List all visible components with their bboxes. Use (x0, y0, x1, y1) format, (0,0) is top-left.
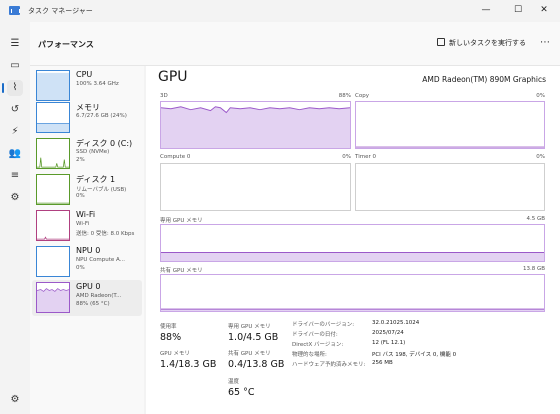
temperature-value: 65 °C (228, 387, 255, 398)
engine-timer-label[interactable]: Timer 0 (355, 154, 376, 160)
wifi-thumbnail-graph (36, 210, 70, 241)
resource-usage: 0% (76, 193, 85, 199)
utilization-label: 使用率 (160, 324, 177, 330)
users-icon[interactable]: 👥 (7, 146, 23, 162)
physical-location-label: 物理的な場所: (292, 352, 327, 358)
resource-item-disk-0[interactable]: ディスク 0 (C:) SSD (NVMe) 2% (32, 136, 142, 172)
page-title: パフォーマンス (38, 40, 94, 49)
resource-name: メモリ (76, 103, 100, 112)
dedicated-memory-max: 4.5 GB (526, 216, 545, 222)
gpu-performance-panel: GPU AMD Radeon(TM) 890M Graphics 3D 88% … (146, 66, 560, 414)
resource-name: GPU 0 (76, 282, 101, 291)
directx-version-label: DirectX バージョン: (292, 342, 344, 348)
resource-name: ディスク 1 (76, 175, 116, 184)
dedicated-gpu-memory-label: 専用 GPU メモリ (228, 324, 271, 330)
resource-usage: 0% (76, 265, 85, 271)
resource-item-gpu[interactable]: GPU 0 AMD Radeon(T... 88% (65 °C) (32, 280, 142, 316)
disk-1-thumbnail-graph (36, 174, 70, 205)
app-history-icon[interactable]: ↺ (7, 102, 23, 118)
resource-detail: リムーバブル (USB) (76, 187, 127, 193)
resource-item-wifi[interactable]: Wi-Fi Wi-Fi 送信: 0 受信: 8.0 Kbps (32, 208, 142, 244)
shared-memory-label: 共有 GPU メモリ (160, 268, 203, 274)
resource-list: CPU 100% 3.64 GHz メモリ 6.7/27.6 GB (24%) … (30, 66, 144, 414)
driver-version-label: ドライバーのバージョン: (292, 322, 355, 328)
window-title: タスク マネージャー (28, 7, 93, 15)
gpu-memory-value: 1.4/18.3 GB (160, 359, 217, 370)
disk-0-thumbnail-graph (36, 138, 70, 169)
shared-gpu-memory-label: 共有 GPU メモリ (228, 351, 271, 357)
shared-memory-graph (160, 274, 545, 312)
resource-detail: NPU Compute A... (76, 257, 125, 263)
physical-location-value: PCI バス 198, デバイス 0, 機能 0 (372, 352, 457, 358)
resource-usage: 送信: 0 受信: 8.0 Kbps (76, 231, 135, 237)
reserved-memory-value: 256 MB (372, 360, 393, 366)
reserved-memory-label: ハードウェア予約済みメモリ: (292, 362, 366, 368)
resource-detail: 100% 3.64 GHz (76, 81, 119, 87)
close-button[interactable]: ✕ (530, 3, 558, 17)
resource-name: Wi-Fi (76, 210, 96, 219)
dedicated-gpu-memory-value: 1.0/4.5 GB (228, 332, 279, 343)
navigation-rail: ☰ ▭ ⌇ ↺ ⚡ 👥 ≡ ⚙ (0, 22, 30, 414)
resource-name: NPU 0 (76, 246, 101, 255)
dedicated-memory-label: 専用 GPU メモリ (160, 218, 203, 224)
run-new-task-button[interactable]: 新しいタスクを実行する (437, 38, 526, 48)
engine-copy-graph (355, 101, 545, 149)
resource-detail: AMD Radeon(T... (76, 293, 122, 299)
run-task-label: 新しいタスクを実行する (449, 39, 526, 47)
resource-item-memory[interactable]: メモリ 6.7/27.6 GB (24%) (32, 100, 142, 136)
npu-thumbnail-graph (36, 246, 70, 277)
resource-usage: 88% (65 °C) (76, 301, 110, 307)
driver-version-value: 32.0.21025.1024 (372, 320, 420, 326)
gpu-model-name: AMD Radeon(TM) 890M Graphics (422, 75, 546, 84)
engine-3d-label[interactable]: 3D (160, 93, 168, 99)
details-icon[interactable]: ≡ (7, 168, 23, 184)
engine-3d-graph (160, 101, 351, 149)
title-bar: タスク マネージャー — ☐ ✕ (0, 0, 560, 22)
resource-name: ディスク 0 (C:) (76, 139, 133, 148)
processes-icon[interactable]: ▭ (7, 58, 23, 74)
resource-item-npu[interactable]: NPU 0 NPU Compute A... 0% (32, 244, 142, 280)
dedicated-memory-graph (160, 224, 545, 262)
hamburger-menu-icon[interactable]: ☰ (7, 36, 23, 52)
engine-timer-graph (355, 163, 545, 211)
engine-compute-graph (160, 163, 351, 211)
driver-date-label: ドライバーの日付: (292, 332, 338, 338)
page-header: パフォーマンス 新しいタスクを実行する ⋯ (30, 22, 560, 66)
resource-item-disk-1[interactable]: ディスク 1 リムーバブル (USB) 0% (32, 172, 142, 208)
run-task-icon (437, 38, 445, 46)
engine-copy-percent: 0% (536, 93, 545, 99)
utilization-value: 88% (160, 332, 182, 343)
performance-icon[interactable]: ⌇ (2, 80, 23, 96)
resource-item-cpu[interactable]: CPU 100% 3.64 GHz (32, 68, 142, 104)
resource-detail: Wi-Fi (76, 221, 90, 227)
more-options-icon[interactable]: ⋯ (540, 37, 550, 48)
resource-name: CPU (76, 70, 93, 79)
gpu-heading: GPU (158, 69, 188, 85)
services-icon[interactable]: ⚙ (7, 190, 23, 206)
task-manager-app-icon (9, 6, 20, 15)
directx-version-value: 12 (FL 12.1) (372, 340, 406, 346)
engine-compute-percent: 0% (342, 154, 351, 160)
resource-usage: 2% (76, 157, 85, 163)
engine-compute-label[interactable]: Compute 0 (160, 154, 190, 160)
engine-copy-label[interactable]: Copy (355, 93, 369, 99)
engine-timer-percent: 0% (536, 154, 545, 160)
shared-gpu-memory-value: 0.4/13.8 GB (228, 359, 285, 370)
resource-detail: SSD (NVMe) (76, 149, 110, 155)
gpu-thumbnail-graph (36, 282, 70, 313)
cpu-thumbnail-graph (36, 70, 70, 101)
engine-3d-percent: 88% (338, 93, 351, 99)
maximize-button[interactable]: ☐ (504, 3, 532, 17)
temperature-label: 温度 (228, 379, 240, 385)
shared-memory-max: 13.8 GB (522, 266, 545, 272)
gpu-memory-label: GPU メモリ (160, 351, 190, 357)
driver-date-value: 2025/07/24 (372, 330, 404, 336)
minimize-button[interactable]: — (472, 3, 500, 17)
startup-apps-icon[interactable]: ⚡ (7, 124, 23, 140)
settings-icon[interactable]: ⚙ (7, 392, 23, 408)
resource-detail: 6.7/27.6 GB (24%) (76, 113, 127, 119)
memory-thumbnail-graph (36, 102, 70, 133)
